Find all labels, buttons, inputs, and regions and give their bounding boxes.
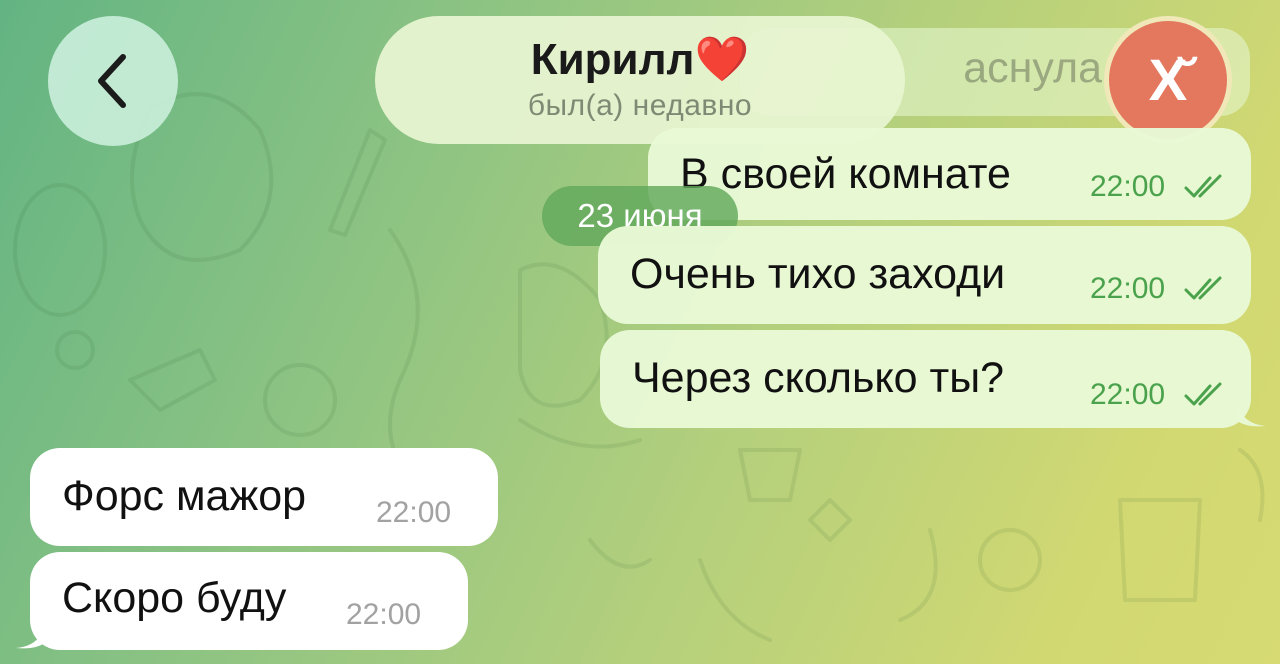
- outgoing-bubble-tail: [1236, 398, 1266, 427]
- message-text: Очень тихо заходи: [630, 250, 1006, 298]
- message-time: 22:00: [376, 496, 452, 529]
- message-bubble-outgoing[interactable]: Очень тихо заходи 22:00: [598, 226, 1251, 324]
- message-time: 22:00: [1090, 272, 1166, 305]
- message-bubble-incoming[interactable]: Скоро буду 22:00: [30, 552, 468, 650]
- double-check-icon: [1184, 276, 1222, 300]
- message-time: 22:00: [1090, 170, 1166, 203]
- message-time: 22:00: [346, 598, 422, 631]
- contact-name-text: Кирилл: [530, 34, 695, 84]
- message-text: В своей комнате: [680, 150, 1011, 198]
- message-text: Через сколько ты?: [632, 354, 1005, 402]
- avatar-letter: Х̆: [1148, 47, 1188, 113]
- message-bubble-outgoing[interactable]: Через сколько ты? 22:00: [600, 330, 1251, 428]
- contact-status: был(а) недавно: [527, 89, 753, 123]
- double-check-icon: [1184, 382, 1222, 406]
- heart-emoji-icon: ❤️: [694, 34, 750, 84]
- chat-header[interactable]: Кирилл❤️ был(а) недавно: [375, 16, 905, 144]
- incoming-bubble-tail: [16, 620, 46, 649]
- message-bubble-incoming[interactable]: Форс мажор 22:00: [30, 448, 498, 546]
- double-check-icon: [1184, 174, 1222, 198]
- message-time: 22:00: [1090, 378, 1166, 411]
- contact-name: Кирилл❤️: [530, 34, 750, 84]
- message-text: Форс мажор: [62, 472, 307, 520]
- message-text: Скоро буду: [62, 574, 287, 622]
- chevron-left-icon: [98, 54, 126, 108]
- contact-avatar[interactable]: Х̆: [1104, 16, 1232, 144]
- message-bubble-outgoing[interactable]: В своей комнате 22:00: [648, 128, 1251, 220]
- back-button[interactable]: [48, 16, 178, 146]
- partially-hidden-message-text: аснула: [963, 44, 1102, 92]
